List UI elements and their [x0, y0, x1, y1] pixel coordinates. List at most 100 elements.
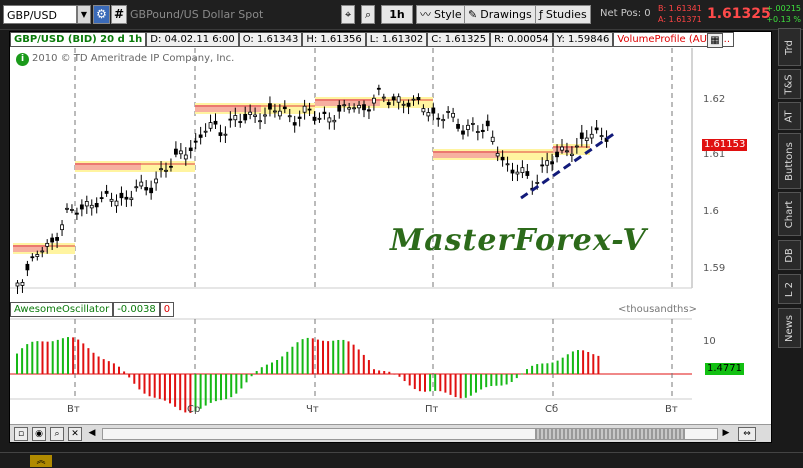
- candle-body: [223, 133, 228, 136]
- oscillator-bar: [87, 348, 90, 374]
- symbol-dropdown-icon[interactable]: ▼: [77, 5, 91, 24]
- net-position: Net Pos: 0: [600, 8, 651, 19]
- expand-icon[interactable]: ⇔: [738, 427, 756, 441]
- candle-body: [466, 124, 470, 130]
- oscillator-bar: [265, 364, 268, 374]
- crosshair-button[interactable]: ⌖: [341, 5, 356, 24]
- oscillator-name[interactable]: AwesomeOscillator: [10, 302, 114, 317]
- oscillator-bar: [469, 374, 472, 396]
- oscillator-bar: [41, 341, 44, 374]
- candle-body: [20, 281, 25, 286]
- oscillator-bar: [536, 364, 539, 374]
- candle-body: [99, 197, 104, 199]
- expand-up-icon[interactable]: ︽: [30, 455, 52, 467]
- studies-button[interactable]: ƒ Studies: [535, 5, 591, 24]
- tab-trd[interactable]: Trd: [778, 28, 801, 66]
- oscillator-header: AwesomeOscillator -0.0038 0: [10, 302, 175, 317]
- candle-body: [35, 254, 40, 257]
- oscillator-bar: [597, 355, 600, 374]
- oscillator-bar: [531, 365, 534, 374]
- candle-body: [45, 242, 50, 247]
- oscillator-bar: [393, 373, 396, 375]
- oscillator-bar: [291, 346, 294, 374]
- oscillator-bar: [454, 374, 457, 398]
- candle-body: [238, 121, 243, 123]
- oscillator-bar: [209, 374, 212, 403]
- oscillator-bar: [260, 367, 263, 374]
- oscillator-bar: [515, 374, 518, 379]
- chart-panel[interactable]: GBP/USD (BID) 20 d 1h D: 04.02.11 6:00 O…: [9, 31, 772, 443]
- drawings-button[interactable]: ✎ Drawings: [464, 5, 536, 24]
- candle-body: [208, 122, 213, 129]
- candle-body: [446, 111, 451, 113]
- candle-body: [352, 107, 357, 110]
- candle-body: [391, 96, 396, 101]
- price-tick-label: 1.59: [703, 263, 726, 274]
- oscillator-bar: [245, 374, 248, 383]
- magnifier-icon[interactable]: ⌕: [50, 427, 64, 441]
- day-label: Вт: [665, 404, 678, 415]
- scroll-left-icon[interactable]: ◀: [86, 427, 98, 441]
- right-tab-strip: Trd T&S AT Buttons Chart DB L 2 News: [778, 28, 802, 448]
- oscillator-bar: [408, 374, 411, 386]
- oscillator-bar: [230, 374, 233, 398]
- candle-body: [376, 87, 381, 90]
- oscillator-bar: [587, 351, 590, 374]
- chart-style-icon: 〰: [420, 8, 431, 21]
- oscillator-bar: [123, 371, 126, 374]
- zoom-button[interactable]: ⌕: [361, 5, 376, 24]
- candle-body: [381, 96, 386, 99]
- candle-body: [89, 204, 94, 209]
- candle-body: [60, 224, 64, 231]
- scroll-track[interactable]: [102, 428, 718, 440]
- day-label: Сб: [545, 404, 559, 415]
- tab-level2[interactable]: L 2: [778, 274, 801, 304]
- oscillator-bar: [434, 374, 437, 391]
- oscillator-bar: [67, 337, 69, 374]
- magnifier-icon: ⌕: [365, 8, 372, 21]
- oscillator-bar: [301, 339, 304, 374]
- symbol-input[interactable]: GBP/USD: [3, 5, 77, 24]
- candle-body: [218, 132, 223, 136]
- tab-news[interactable]: News: [778, 308, 801, 348]
- candle-body: [129, 197, 134, 200]
- zoom-out-icon[interactable]: ▫: [14, 427, 28, 441]
- candle-body: [84, 201, 89, 207]
- zoom-in-icon[interactable]: ◉: [32, 427, 46, 441]
- oscillator-bar: [373, 369, 375, 374]
- tab-db[interactable]: DB: [778, 240, 801, 270]
- close-icon[interactable]: ✕: [68, 427, 82, 441]
- oscillator-bar: [286, 351, 289, 374]
- link-icon[interactable]: ⚙: [93, 5, 110, 24]
- candle-body: [475, 131, 480, 133]
- candle-body: [109, 198, 114, 202]
- oscillator-bar: [449, 374, 452, 395]
- oscillator-bar: [485, 374, 488, 388]
- candle-body: [268, 103, 272, 110]
- oscillator-bar: [424, 374, 426, 392]
- oscillator-bar: [56, 339, 59, 374]
- oscillator-bar: [92, 352, 95, 374]
- symbol-description: GBPound/US Dollar Spot: [130, 8, 264, 21]
- watermark-text: MasterForex-V: [390, 223, 647, 258]
- oscillator-bar: [61, 338, 64, 374]
- grid-icon[interactable]: #: [111, 5, 127, 24]
- studies-icon: ƒ: [539, 8, 543, 21]
- tab-time-and-sales[interactable]: T&S: [778, 69, 801, 99]
- candle-body: [505, 163, 510, 166]
- chart-scrollbar[interactable]: ▫ ◉ ⌕ ✕ ◀ ▶ ⇔: [10, 424, 771, 442]
- oscillator-bar: [255, 371, 258, 374]
- candle-body: [243, 113, 248, 121]
- style-button[interactable]: 〰 Style: [416, 5, 466, 24]
- oscillator-bar: [357, 349, 360, 374]
- oscillator-bar: [240, 374, 243, 389]
- candle-body: [599, 135, 604, 138]
- scroll-thumb[interactable]: [535, 429, 685, 439]
- oscillator-bar: [316, 339, 319, 374]
- scroll-right-icon[interactable]: ▶: [720, 427, 732, 441]
- tab-chart[interactable]: Chart: [778, 192, 801, 236]
- tab-buttons[interactable]: Buttons: [778, 133, 801, 189]
- oscillator-bar: [26, 344, 29, 374]
- tab-at[interactable]: AT: [778, 102, 801, 130]
- timeframe-button[interactable]: 1h: [381, 5, 413, 24]
